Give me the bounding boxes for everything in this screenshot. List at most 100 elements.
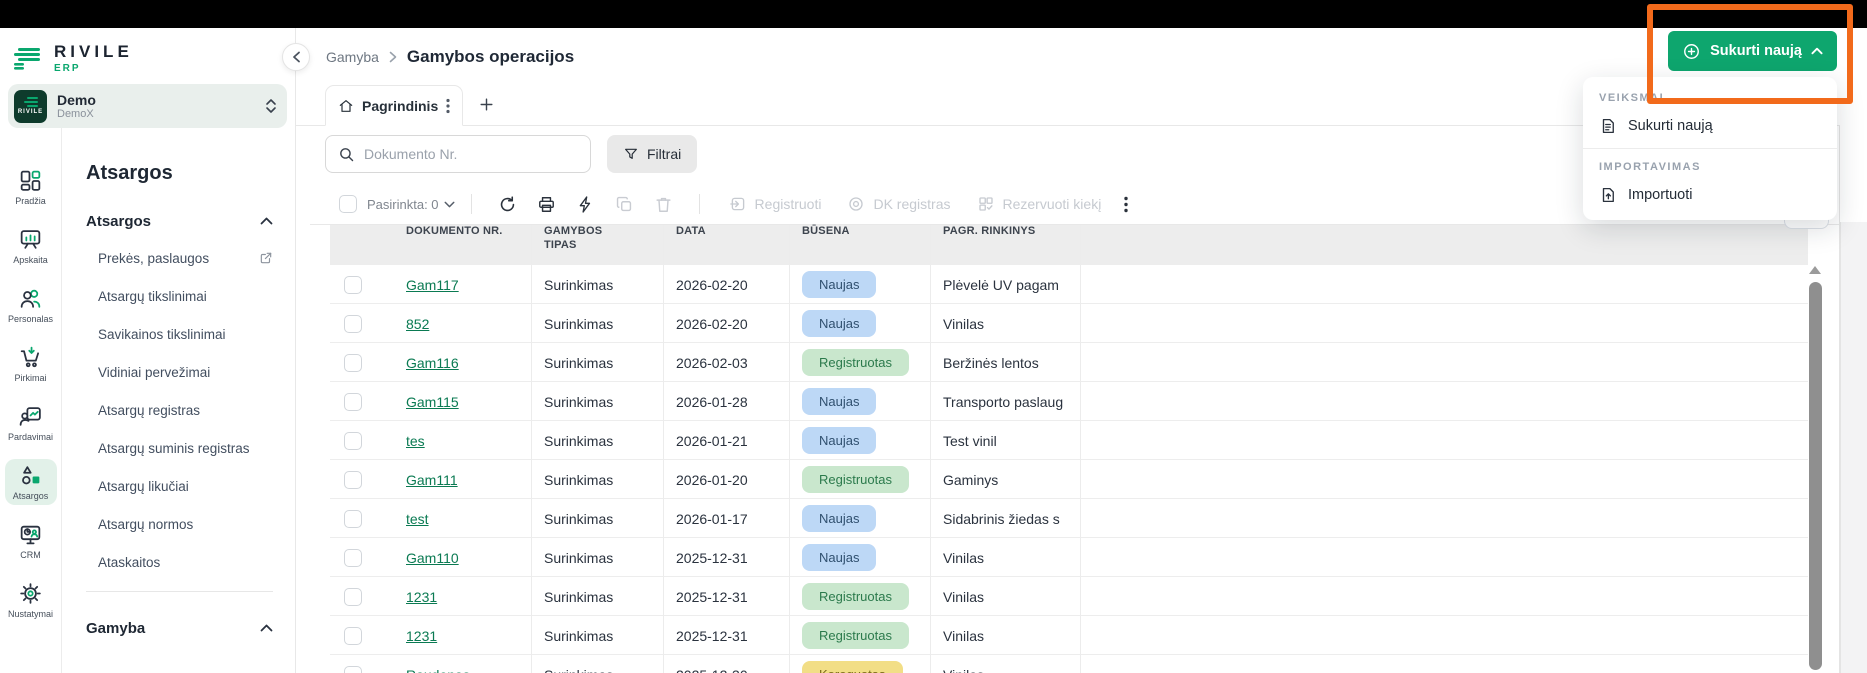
sidebar: Atsargos Atsargos Prekės, paslaugos Atsa…	[62, 128, 295, 673]
nav-item-pirkimai[interactable]: Pirkimai	[5, 341, 57, 387]
document-link[interactable]: Gam111	[406, 472, 458, 488]
table-row[interactable]: Gam116 Surinkimas 2026-02-03 Registruota…	[330, 343, 1808, 382]
status-cell: Naujas	[790, 421, 931, 460]
table-row[interactable]: 1231 Surinkimas 2025-12-31 Registruotas …	[330, 616, 1808, 655]
printer-icon	[537, 195, 556, 214]
quick-action-button[interactable]	[576, 195, 595, 214]
row-checkbox[interactable]	[344, 666, 362, 673]
company-toggle-icon[interactable]	[265, 98, 277, 114]
dk-register-button[interactable]: DK registras	[847, 195, 950, 213]
create-new-button[interactable]: Sukurti naują	[1668, 31, 1837, 71]
table-row[interactable]: tes Surinkimas 2026-01-21 Naujas Test vi…	[330, 421, 1808, 460]
table-row[interactable]: Gam110 Surinkimas 2025-12-31 Naujas Vini…	[330, 538, 1808, 577]
search-input[interactable]	[364, 146, 578, 162]
dropdown-item-importuoti[interactable]: Importuoti	[1583, 179, 1837, 211]
collapse-sidebar-button[interactable]	[282, 43, 310, 71]
table-row[interactable]: Gam111 Surinkimas 2026-01-20 Registruota…	[330, 460, 1808, 499]
sidebar-item-atsargu-tikslinimai[interactable]: Atsargų tikslinimai	[86, 277, 295, 315]
table-row[interactable]: 1231 Surinkimas 2025-12-31 Registruotas …	[330, 577, 1808, 616]
delete-button[interactable]	[654, 195, 673, 214]
row-checkbox[interactable]	[344, 432, 362, 450]
tab-pagrindinis[interactable]: Pagrindinis	[325, 85, 463, 126]
document-link[interactable]: 852	[406, 316, 429, 332]
toolbar-kebab-icon[interactable]	[1124, 196, 1128, 213]
document-icon	[1599, 117, 1617, 135]
scrollbar-thumb[interactable]	[1809, 282, 1822, 670]
dropdown-item-sukurti-nauja[interactable]: Sukurti naują	[1583, 110, 1837, 142]
document-link[interactable]: Raudonas	[406, 667, 470, 673]
document-link[interactable]: 1231	[406, 589, 437, 605]
breadcrumb-separator-icon	[389, 51, 397, 63]
document-link[interactable]: 1231	[406, 628, 437, 644]
print-button[interactable]	[537, 195, 556, 214]
scroll-up-arrow-icon[interactable]	[1809, 266, 1821, 274]
copy-button[interactable]	[615, 195, 634, 214]
nav-item-nustatymai[interactable]: Nustatymai	[5, 577, 57, 623]
app-window: RIVILE ERP RIVILE Demo DemoX	[0, 0, 1867, 673]
select-all-checkbox[interactable]	[339, 195, 357, 213]
chevron-up-icon[interactable]	[260, 624, 273, 632]
row-checkbox[interactable]	[344, 354, 362, 372]
row-checkbox[interactable]	[344, 276, 362, 294]
document-link[interactable]: test	[406, 511, 429, 527]
create-dropdown-menu: VEIKSMAI Sukurti naują IMPORTAVIMAS Impo…	[1583, 77, 1837, 220]
reserve-quantity-button[interactable]: Rezervuoti kiekį	[977, 195, 1102, 213]
register-button[interactable]: Registruoti	[729, 195, 822, 213]
chevron-up-icon[interactable]	[260, 217, 273, 225]
row-checkbox[interactable]	[344, 588, 362, 606]
sidebar-item-atsargu-normos[interactable]: Atsargų normos	[86, 505, 295, 543]
column-header-gamybos-tipas[interactable]: GAMYBOS TIPAS	[532, 225, 664, 264]
column-header-data[interactable]: DATA	[664, 225, 790, 264]
sidebar-item-atsargu-suminis-registras[interactable]: Atsargų suminis registras	[86, 429, 295, 467]
type-cell: Surinkimas	[532, 538, 664, 577]
document-link[interactable]: Gam117	[406, 277, 459, 293]
external-link-icon[interactable]	[259, 251, 273, 265]
sidebar-item-atsargu-registras[interactable]: Atsargų registras	[86, 391, 295, 429]
nav-item-pradzia[interactable]: Pradžia	[5, 164, 57, 210]
filters-button[interactable]: Filtrai	[607, 135, 697, 173]
table-row[interactable]: Gam117 Surinkimas 2026-02-20 Naujas Plėv…	[330, 265, 1808, 304]
nav-item-crm[interactable]: CRM	[5, 518, 57, 564]
column-header-busena[interactable]: BŪSENA	[790, 225, 931, 264]
nav-item-personalas[interactable]: Personalas	[5, 282, 57, 328]
document-link[interactable]: Gam115	[406, 394, 459, 410]
tab-kebab-icon[interactable]	[446, 98, 450, 114]
row-checkbox[interactable]	[344, 315, 362, 333]
sidebar-item-prekes-paslaugos[interactable]: Prekės, paslaugos	[86, 239, 295, 277]
document-link[interactable]: Gam110	[406, 550, 459, 566]
breadcrumb-parent[interactable]: Gamyba	[326, 49, 379, 65]
chevron-down-icon[interactable]	[444, 201, 455, 208]
left-panel: RIVILE ERP RIVILE Demo DemoX	[0, 28, 296, 673]
add-tab-button[interactable]	[463, 84, 509, 125]
sidebar-item-savikainos-tikslinimai[interactable]: Savikainos tikslinimai	[86, 315, 295, 353]
status-badge: Koreguotas	[802, 661, 903, 673]
refresh-button[interactable]	[498, 195, 517, 214]
selected-count: Pasirinkta: 0	[367, 197, 439, 212]
column-header-pagr-rinkinys[interactable]: PAGR. RINKINYS	[931, 225, 1081, 264]
row-checkbox[interactable]	[344, 393, 362, 411]
row-checkbox[interactable]	[344, 471, 362, 489]
table-row[interactable]: 852 Surinkimas 2026-02-20 Naujas Vinilas	[330, 304, 1808, 343]
sidebar-item-atsargu-likuciai[interactable]: Atsargų likučiai	[86, 467, 295, 505]
nav-item-atsargos[interactable]: Atsargos	[5, 459, 57, 505]
table-row[interactable]: test Surinkimas 2026-01-17 Naujas Sidabr…	[330, 499, 1808, 538]
document-link[interactable]: tes	[406, 433, 425, 449]
column-header-dokumento-nr[interactable]: DOKUMENTO NR.	[394, 225, 532, 264]
reserve-icon	[977, 195, 995, 213]
sidebar-item-ataskaitos[interactable]: Ataskaitos	[86, 543, 295, 581]
vertical-scrollbar[interactable]	[1808, 266, 1822, 670]
row-checkbox[interactable]	[344, 627, 362, 645]
status-cell: Registruotas	[790, 577, 931, 616]
row-checkbox[interactable]	[344, 510, 362, 528]
sidebar-item-vidiniai-pervezimai[interactable]: Vidiniai pervežimai	[86, 353, 295, 391]
sidebar-section-atsargos[interactable]: Atsargos	[86, 209, 295, 233]
nav-item-pardavimai[interactable]: Pardavimai	[5, 400, 57, 446]
sidebar-title: Atsargos	[86, 162, 295, 185]
table-row[interactable]: Raudonas Surinkimas 2025-12-30 Koreguota…	[330, 655, 1808, 673]
document-link[interactable]: Gam116	[406, 355, 459, 371]
row-checkbox[interactable]	[344, 549, 362, 567]
table-row[interactable]: Gam115 Surinkimas 2026-01-28 Naujas Tran…	[330, 382, 1808, 421]
nav-item-apskaita[interactable]: Apskaita	[5, 223, 57, 269]
sidebar-section-gamyba[interactable]: Gamyba	[86, 616, 295, 640]
company-selector[interactable]: RIVILE Demo DemoX	[8, 84, 287, 128]
